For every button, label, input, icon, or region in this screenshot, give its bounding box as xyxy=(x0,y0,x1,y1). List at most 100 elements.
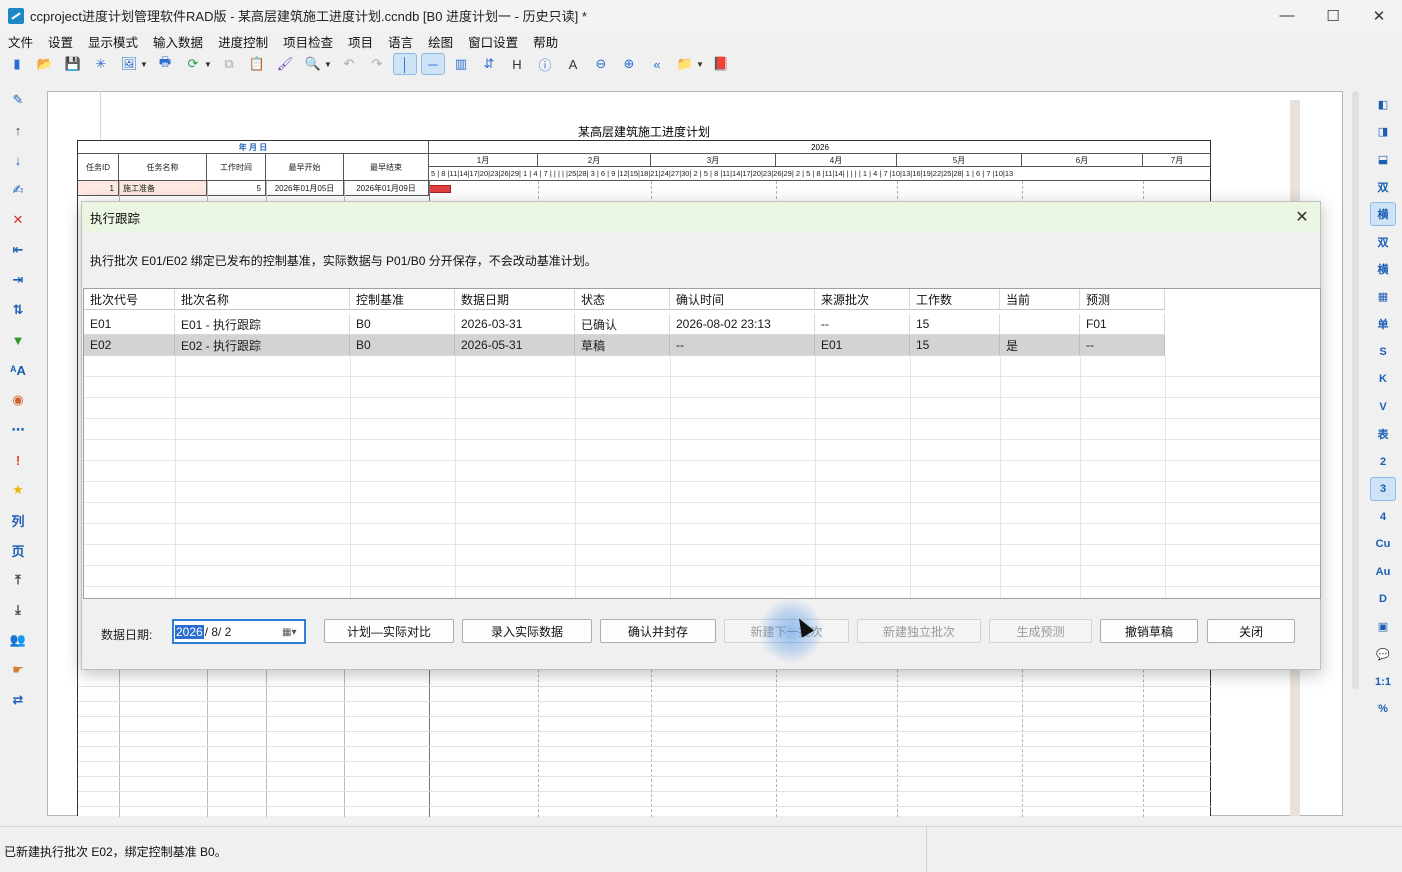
header-current[interactable]: 当前 xyxy=(1000,289,1080,310)
v-icon[interactable]: V xyxy=(1370,395,1396,419)
asterisk-icon[interactable]: ✳ xyxy=(89,53,113,75)
date-year-segment[interactable]: 2026 xyxy=(175,624,204,639)
menu-project[interactable]: 项目 xyxy=(344,32,377,51)
rewind-icon[interactable]: « xyxy=(645,53,669,75)
exclamation-icon[interactable]: ! xyxy=(6,448,30,472)
menu-help[interactable]: 帮助 xyxy=(529,32,562,51)
dialog-close-icon[interactable]: ✕ xyxy=(1292,207,1312,227)
move-bottom-icon[interactable]: ⤓ xyxy=(6,598,30,622)
plan-actual-compare-button[interactable]: 计划—实际对比 xyxy=(324,619,454,643)
maximize-button[interactable]: ☐ xyxy=(1310,0,1356,31)
table-icon[interactable]: ▦ xyxy=(1370,285,1396,309)
level-4-icon[interactable]: 4 xyxy=(1370,505,1396,529)
menu-window-settings[interactable]: 窗口设置 xyxy=(464,32,522,51)
exchange-icon[interactable]: ⇄ xyxy=(6,688,30,712)
task-bar[interactable] xyxy=(429,185,451,193)
move-top-icon[interactable]: ⤒ xyxy=(6,568,30,592)
chevron-down-icon[interactable]: ▼ xyxy=(203,53,213,75)
menu-progress-control[interactable]: 进度控制 xyxy=(214,32,272,51)
dots-icon[interactable]: ⋯ xyxy=(6,418,30,442)
chevron-down-icon[interactable]: ▼ xyxy=(695,53,705,75)
column-icon[interactable]: 列 xyxy=(6,508,30,532)
arrow-up-icon[interactable]: ↑ xyxy=(6,118,30,142)
page-icon[interactable]: 页 xyxy=(6,538,30,562)
header-batch-name[interactable]: 批次名称 xyxy=(175,289,350,310)
minimize-button[interactable]: — xyxy=(1264,0,1310,31)
header-confirm-time[interactable]: 确认时间 xyxy=(670,289,815,310)
header-work-count[interactable]: 工作数 xyxy=(910,289,1000,310)
horizontal-gear-icon[interactable]: 横 xyxy=(1370,257,1396,281)
cu-icon[interactable]: Cu xyxy=(1370,532,1396,556)
zoom-in-icon[interactable]: ⊕ xyxy=(617,53,641,75)
font-size-icon[interactable]: ᴬA xyxy=(6,358,30,382)
refresh-icon[interactable]: ⟳ xyxy=(181,53,205,75)
header-batch-code[interactable]: 批次代号 xyxy=(84,289,175,310)
calendar-icon[interactable]: ▦▾ xyxy=(282,626,300,638)
header-source-batch[interactable]: 来源批次 xyxy=(815,289,910,310)
vertical-scrollbar[interactable] xyxy=(1350,91,1362,689)
sort-icon[interactable]: ⇵ xyxy=(477,53,501,75)
close-dialog-button[interactable]: 关闭 xyxy=(1207,619,1295,643)
header-data-date[interactable]: 数据日期 xyxy=(455,289,575,310)
menu-language[interactable]: 语言 xyxy=(384,32,417,51)
horizontal-icon[interactable]: 横 xyxy=(1370,202,1396,226)
menu-file[interactable]: 文件 xyxy=(4,32,37,51)
format-brush-icon[interactable]: 🖌 xyxy=(273,53,297,75)
close-window-button[interactable]: ✕ xyxy=(1356,0,1402,31)
arrow-down-icon[interactable]: ↓ xyxy=(6,148,30,172)
menu-display-mode[interactable]: 显示模式 xyxy=(84,32,142,51)
confirm-seal-button[interactable]: 确认并封存 xyxy=(600,619,716,643)
columns-icon[interactable]: ▥ xyxy=(449,53,473,75)
percent-icon[interactable]: % xyxy=(1370,697,1396,721)
menu-input-data[interactable]: 输入数据 xyxy=(149,32,207,51)
chevron-down-icon[interactable]: ▼ xyxy=(323,53,333,75)
paste-icon[interactable]: 📋 xyxy=(245,53,269,75)
layout-left-icon[interactable]: ◧ xyxy=(1370,92,1396,116)
scrollbar-thumb[interactable] xyxy=(1352,91,1359,689)
ratio-icon[interactable]: 1:1 xyxy=(1370,670,1396,694)
menu-project-check[interactable]: 项目检查 xyxy=(279,32,337,51)
table-text-icon[interactable]: 表 xyxy=(1370,422,1396,446)
au-icon[interactable]: Au xyxy=(1370,560,1396,584)
header-forecast[interactable]: 预测 xyxy=(1080,289,1165,310)
export-image-icon[interactable]: 🖼 xyxy=(117,53,141,75)
layout-bottom-icon[interactable]: ⬓ xyxy=(1370,147,1396,171)
header-status[interactable]: 状态 xyxy=(575,289,670,310)
new-doc-icon[interactable]: ▮ xyxy=(5,53,29,75)
calc-icon[interactable]: ▣ xyxy=(1370,615,1396,639)
vertical-line-icon[interactable]: │ xyxy=(393,53,417,75)
menu-settings[interactable]: 设置 xyxy=(44,32,77,51)
zoom-out-icon[interactable]: ⊖ xyxy=(589,53,613,75)
double-icon[interactable]: 双 xyxy=(1370,175,1396,199)
new-independent-batch-button[interactable]: 新建独立批次 xyxy=(857,619,981,643)
header-baseline[interactable]: 控制基准 xyxy=(350,289,455,310)
hand-icon[interactable]: ☛ xyxy=(6,658,30,682)
edit-icon[interactable]: ✍ xyxy=(6,178,30,202)
double-gear-icon[interactable]: 双 xyxy=(1370,230,1396,254)
table-row-selected[interactable]: E02 E02 - 执行跟踪 B0 2026-05-31 草稿 -- E01 1… xyxy=(84,335,1165,356)
menu-drawing[interactable]: 绘图 xyxy=(424,32,457,51)
data-date-picker[interactable]: 2026/ 8/ 2 ▦▾ xyxy=(172,619,306,644)
users-icon[interactable]: 👥 xyxy=(6,628,30,652)
open-folder-icon[interactable]: 📂 xyxy=(33,53,57,75)
horizontal-line-icon[interactable]: ─ xyxy=(421,53,445,75)
level-2-icon[interactable]: 2 xyxy=(1370,450,1396,474)
redo-icon[interactable]: ↷ xyxy=(365,53,389,75)
enter-actual-data-button[interactable]: 录入实际数据 xyxy=(462,619,592,643)
new-next-batch-button[interactable]: 新建下一批次 xyxy=(724,619,849,643)
undo-icon[interactable]: ↶ xyxy=(337,53,361,75)
search-icon[interactable]: 🔍 xyxy=(301,53,325,75)
generate-forecast-button[interactable]: 生成预测 xyxy=(989,619,1092,643)
palette-icon[interactable]: ◉ xyxy=(6,388,30,412)
copy-icon[interactable]: ⧉ xyxy=(217,53,241,75)
delete-icon[interactable]: ✕ xyxy=(6,208,30,232)
swap-vertical-icon[interactable]: ⇅ xyxy=(6,298,30,322)
indent-icon[interactable]: ⇥ xyxy=(6,268,30,292)
s-icon[interactable]: S xyxy=(1370,340,1396,364)
single-icon[interactable]: 单 xyxy=(1370,312,1396,336)
layout-right-icon[interactable]: ◨ xyxy=(1370,120,1396,144)
horizontal-scrollbar[interactable] xyxy=(47,816,1343,824)
table-row[interactable]: E01 E01 - 执行跟踪 B0 2026-03-31 已确认 2026-08… xyxy=(84,314,1165,335)
red-folder-icon[interactable]: 📕 xyxy=(709,53,733,75)
pencil-icon[interactable]: ✎ xyxy=(6,88,30,112)
